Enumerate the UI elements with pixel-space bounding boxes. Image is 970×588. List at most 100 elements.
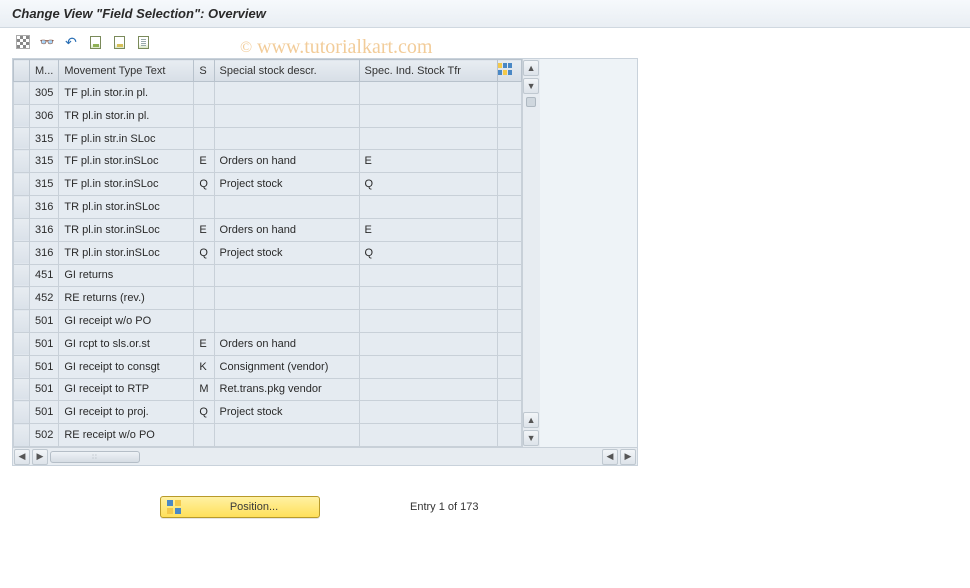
cell-s[interactable] — [194, 424, 214, 447]
cell-special-stock[interactable] — [214, 104, 359, 127]
cell-special-stock[interactable] — [214, 127, 359, 150]
cell-spec-ind[interactable] — [359, 196, 497, 219]
cell-movement[interactable]: 501 — [30, 401, 59, 424]
table-row[interactable]: 501GI rcpt to sls.or.stEOrders on hand — [14, 332, 522, 355]
cell-s[interactable] — [194, 310, 214, 333]
table-row[interactable]: 306TR pl.in stor.in pl. — [14, 104, 522, 127]
cell-movement-text[interactable]: TR pl.in stor.inSLoc — [59, 218, 194, 241]
cell-special-stock[interactable] — [214, 424, 359, 447]
cell-special-stock[interactable]: Project stock — [214, 401, 359, 424]
cell-special-stock[interactable]: Orders on hand — [214, 218, 359, 241]
cell-special-stock[interactable] — [214, 82, 359, 105]
cell-movement-text[interactable]: GI returns — [59, 264, 194, 287]
table-row[interactable]: 316TR pl.in stor.inSLocEOrders on handE — [14, 218, 522, 241]
cell-movement[interactable]: 501 — [30, 332, 59, 355]
cell-spec-ind[interactable] — [359, 401, 497, 424]
col-header-special-stock[interactable]: Special stock descr. — [214, 60, 359, 82]
cell-s[interactable] — [194, 104, 214, 127]
cell-s[interactable] — [194, 287, 214, 310]
cell-s[interactable]: Q — [194, 241, 214, 264]
table-row[interactable]: 501GI receipt w/o PO — [14, 310, 522, 333]
cell-movement-text[interactable]: RE receipt w/o PO — [59, 424, 194, 447]
row-selector[interactable] — [14, 355, 30, 378]
cell-s[interactable]: M — [194, 378, 214, 401]
scroll-down-button[interactable]: ▼ — [523, 78, 539, 94]
data-grid[interactable]: M... Movement Type Text S Special stock … — [13, 59, 522, 447]
table-row[interactable]: 451GI returns — [14, 264, 522, 287]
row-selector[interactable] — [14, 401, 30, 424]
table-row[interactable]: 305TF pl.in stor.in pl. — [14, 82, 522, 105]
cell-movement-text[interactable]: RE returns (rev.) — [59, 287, 194, 310]
cell-s[interactable]: Q — [194, 173, 214, 196]
cell-spec-ind[interactable] — [359, 332, 497, 355]
row-selector[interactable] — [14, 264, 30, 287]
col-header-movement[interactable]: M... — [30, 60, 59, 82]
cell-spec-ind[interactable] — [359, 127, 497, 150]
cell-movement[interactable]: 501 — [30, 378, 59, 401]
cell-s[interactable]: E — [194, 218, 214, 241]
cell-movement-text[interactable]: TF pl.in stor.in pl. — [59, 82, 194, 105]
cell-movement[interactable]: 315 — [30, 150, 59, 173]
cell-special-stock[interactable]: Project stock — [214, 241, 359, 264]
table-row[interactable]: 501GI receipt to proj.QProject stock — [14, 401, 522, 424]
cell-special-stock[interactable] — [214, 264, 359, 287]
cell-special-stock[interactable]: Project stock — [214, 173, 359, 196]
cell-spec-ind[interactable] — [359, 355, 497, 378]
cell-spec-ind[interactable] — [359, 424, 497, 447]
cell-special-stock[interactable]: Ret.trans.pkg vendor — [214, 378, 359, 401]
cell-spec-ind[interactable] — [359, 310, 497, 333]
cell-special-stock[interactable]: Consignment (vendor) — [214, 355, 359, 378]
row-selector[interactable] — [14, 127, 30, 150]
cell-spec-ind[interactable] — [359, 287, 497, 310]
cell-s[interactable] — [194, 264, 214, 287]
table-row[interactable]: 316TR pl.in stor.inSLocQProject stockQ — [14, 241, 522, 264]
cell-s[interactable] — [194, 196, 214, 219]
table-row[interactable]: 501GI receipt to RTPMRet.trans.pkg vendo… — [14, 378, 522, 401]
cell-spec-ind[interactable] — [359, 104, 497, 127]
cell-movement-text[interactable]: GI receipt to proj. — [59, 401, 194, 424]
cell-s[interactable] — [194, 127, 214, 150]
cell-movement[interactable]: 501 — [30, 310, 59, 333]
cell-spec-ind[interactable] — [359, 378, 497, 401]
cell-movement[interactable]: 316 — [30, 196, 59, 219]
row-selector[interactable] — [14, 378, 30, 401]
table-row[interactable]: 315TF pl.in stor.inSLocQProject stockQ — [14, 173, 522, 196]
row-selector[interactable] — [14, 196, 30, 219]
cell-movement-text[interactable]: GI rcpt to sls.or.st — [59, 332, 194, 355]
cell-movement-text[interactable]: TR pl.in stor.inSLoc — [59, 241, 194, 264]
cell-movement-text[interactable]: GI receipt to RTP — [59, 378, 194, 401]
position-button[interactable]: Position... — [160, 496, 320, 518]
cell-spec-ind[interactable]: E — [359, 218, 497, 241]
cell-spec-ind[interactable] — [359, 82, 497, 105]
scroll-up-page-button[interactable]: ▲ — [523, 412, 539, 428]
cell-spec-ind[interactable] — [359, 264, 497, 287]
cell-special-stock[interactable] — [214, 287, 359, 310]
col-header-movement-text[interactable]: Movement Type Text — [59, 60, 194, 82]
row-selector[interactable] — [14, 218, 30, 241]
cell-movement-text[interactable]: TF pl.in stor.inSLoc — [59, 173, 194, 196]
table-row[interactable]: 452RE returns (rev.) — [14, 287, 522, 310]
table-row[interactable]: 502RE receipt w/o PO — [14, 424, 522, 447]
cell-movement[interactable]: 305 — [30, 82, 59, 105]
table-settings-button[interactable] — [497, 60, 521, 82]
other-view-button[interactable] — [12, 32, 34, 52]
scrollbar-thumb[interactable] — [526, 97, 536, 107]
vertical-scrollbar[interactable]: ▲ ▼ ▲ ▼ — [522, 59, 540, 447]
row-selector[interactable] — [14, 424, 30, 447]
undo-button[interactable]: ↶ — [60, 32, 82, 52]
cell-movement[interactable]: 501 — [30, 355, 59, 378]
cell-movement[interactable]: 315 — [30, 173, 59, 196]
select-all-button[interactable] — [108, 32, 130, 52]
row-selector[interactable] — [14, 82, 30, 105]
cell-movement[interactable]: 502 — [30, 424, 59, 447]
cell-s[interactable]: K — [194, 355, 214, 378]
cell-movement-text[interactable]: GI receipt w/o PO — [59, 310, 194, 333]
cell-spec-ind[interactable]: Q — [359, 241, 497, 264]
scroll-right-button[interactable]: ▶ — [32, 449, 48, 465]
row-selector[interactable] — [14, 287, 30, 310]
row-selector[interactable] — [14, 310, 30, 333]
cell-spec-ind[interactable]: E — [359, 150, 497, 173]
scroll-up-button[interactable]: ▲ — [523, 60, 539, 76]
horizontal-scrollbar[interactable]: ◀ ▶ ∷ ◀ ▶ — [13, 447, 637, 465]
display-change-button[interactable]: 👓 — [36, 32, 58, 52]
